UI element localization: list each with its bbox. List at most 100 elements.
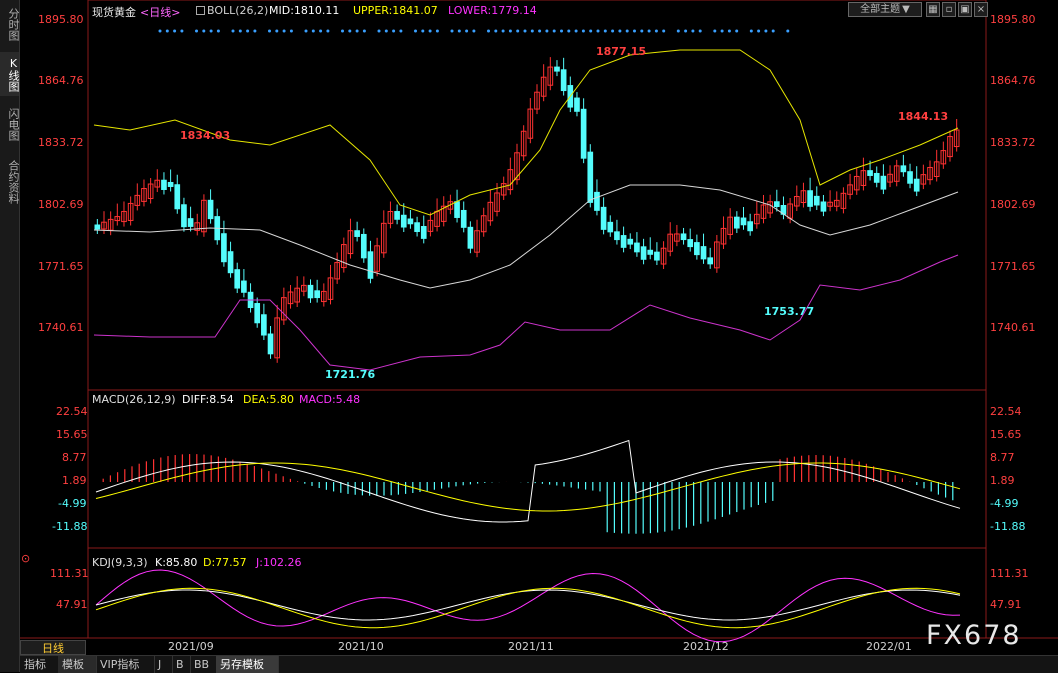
boll-label: BOLL(26,2) [207, 4, 269, 17]
date-tick: 2022/01 [866, 640, 912, 653]
kdj-k-value: K:85.80 [155, 556, 198, 569]
price-tick-right: 1895.80 [990, 13, 1036, 26]
event-dot [362, 29, 366, 33]
close-icon[interactable]: × [974, 2, 988, 17]
candlestick-series [94, 57, 960, 363]
kdj-tick-left: 111.31 [50, 567, 89, 580]
candle-body [634, 242, 640, 253]
tab-save-template[interactable]: 另存模板 [216, 656, 279, 673]
indicator-toggle-icon[interactable] [196, 6, 205, 15]
candle-body [400, 214, 407, 228]
grid-view-icon[interactable]: ▦ [926, 2, 940, 17]
event-dot [516, 29, 520, 33]
event-dot [603, 29, 607, 33]
restore-icon[interactable]: ▣ [958, 2, 972, 17]
price-tick-left: 1740.61 [38, 321, 84, 334]
candle-body [907, 171, 913, 184]
candle-body [587, 151, 594, 203]
kline-chart[interactable] [0, 0, 1058, 672]
theme-select[interactable]: 全部主题 ▼ [848, 2, 922, 17]
event-dot [567, 29, 571, 33]
candle-body [94, 224, 101, 230]
tab-bb[interactable]: BB [190, 656, 217, 673]
settings-icon[interactable]: ⊙ [21, 552, 30, 565]
event-dot [764, 29, 768, 33]
price-tick-right: 1771.65 [990, 260, 1036, 273]
low-annotation: 1721.76 [325, 368, 376, 381]
event-dot [435, 29, 439, 33]
candle-body [181, 204, 187, 228]
candle-body [647, 249, 654, 255]
event-dot [421, 29, 425, 33]
dip-annotation: 1753.77 [764, 305, 815, 318]
boll-mid-value: MID:1810.11 [269, 4, 340, 17]
candle-body [594, 191, 600, 211]
event-dot [574, 29, 578, 33]
candle-body [700, 246, 707, 260]
event-dot [611, 29, 615, 33]
candle-body [600, 206, 607, 230]
candle-body [900, 165, 907, 173]
event-dot [341, 29, 344, 33]
candle-body [227, 251, 234, 274]
tab-vip-indicators[interactable]: VIP指标 [96, 656, 155, 673]
price-tick-left: 1833.72 [38, 136, 84, 149]
event-dot [253, 29, 257, 33]
candle-body [687, 239, 694, 248]
candle-body [420, 226, 427, 239]
macd-tick-right: 8.77 [990, 451, 1015, 464]
candle-body [734, 216, 740, 229]
event-dot [581, 29, 585, 33]
macd-label: MACD(26,12,9) [92, 393, 176, 406]
event-dot [246, 29, 250, 33]
event-dot [472, 29, 476, 33]
tab-templates[interactable]: 模板 [58, 656, 97, 673]
price-tick-right: 1833.72 [990, 136, 1036, 149]
event-dot [268, 29, 271, 33]
event-dot [326, 29, 330, 33]
event-dot [720, 29, 724, 33]
macd-tick-right: 1.89 [990, 474, 1015, 487]
event-markers [158, 29, 790, 33]
event-dot [786, 29, 790, 33]
candle-body [460, 209, 467, 228]
candle-body [234, 269, 241, 289]
candle-body [314, 290, 320, 299]
bollinger-lines [93, 49, 959, 371]
minimize-icon[interactable]: ▫ [942, 2, 956, 17]
macd-tick-right: 15.65 [990, 428, 1022, 441]
tab-j[interactable]: J [154, 656, 173, 673]
candle-body [773, 201, 780, 208]
period-selector[interactable]: 日线 [20, 640, 86, 655]
event-dot [202, 29, 206, 33]
candle-body [620, 235, 627, 248]
event-dot [355, 29, 359, 33]
event-dot [654, 29, 658, 33]
candle-body [261, 314, 267, 336]
event-dot [727, 29, 731, 33]
kdj-panel [95, 569, 961, 643]
candle-body [307, 284, 314, 299]
event-dot [757, 29, 761, 33]
instrument-name: 现货黄金 [92, 6, 136, 19]
latest-high-annotation: 1844.13 [898, 110, 949, 123]
kdj-tick-right: 111.31 [990, 567, 1029, 580]
candle-body [454, 201, 460, 218]
event-dot [399, 29, 403, 33]
candle-body [560, 69, 567, 92]
candle-body [367, 251, 374, 279]
price-tick-right: 1740.61 [990, 321, 1036, 334]
kdj-tick-left: 47.91 [56, 598, 88, 611]
kdj-label: KDJ(9,3,3) [92, 556, 148, 569]
event-dot [173, 29, 177, 33]
price-tick-left: 1802.69 [38, 198, 84, 211]
tab-b[interactable]: B [172, 656, 191, 673]
event-dot [392, 29, 396, 33]
candle-body [407, 218, 414, 225]
event-dot [735, 29, 739, 33]
event-dot [698, 29, 702, 33]
candle-body [614, 231, 620, 241]
tab-indicators[interactable]: 指标 [20, 656, 59, 673]
macd-tick-right: -4.99 [990, 497, 1019, 510]
price-tick-left: 1895.80 [38, 13, 84, 26]
